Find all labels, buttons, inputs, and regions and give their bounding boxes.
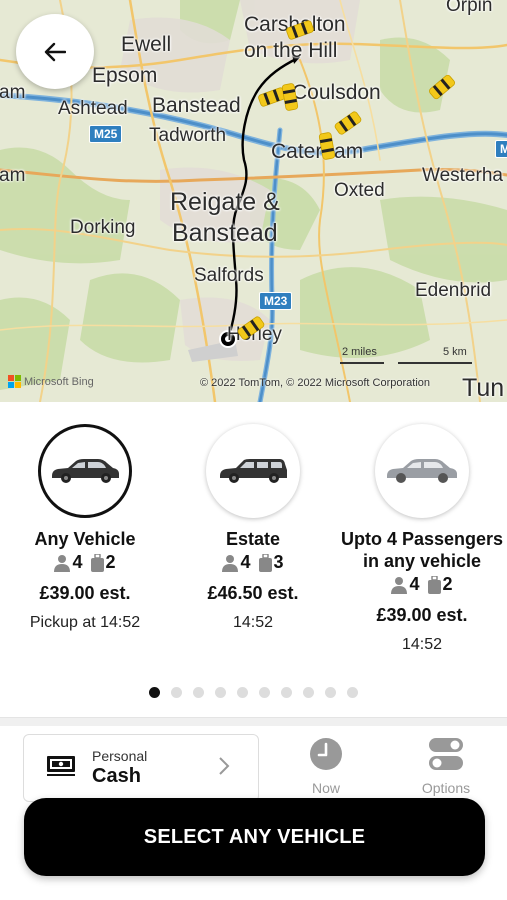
clock-icon — [310, 738, 342, 770]
chevron-right-icon — [218, 756, 230, 781]
map-label-reigate: Reigate & — [170, 188, 280, 216]
payment-method-button[interactable]: Personal Cash — [23, 734, 259, 802]
vehicle-card-estate[interactable]: Estate 4 3 £46.50 est. 14:52 — [168, 424, 338, 632]
vehicle-image — [375, 424, 469, 518]
vehicle-name-line: Upto 4 Passengers — [340, 529, 504, 549]
map-label-edenbridge: Edenbrid — [415, 280, 492, 301]
payment-account-type: Personal — [92, 748, 148, 764]
luggage-count: 2 — [105, 552, 116, 572]
luggage-count: 3 — [273, 552, 284, 572]
map-label-carshalton-hill: on the Hill — [244, 39, 338, 62]
pager-dot[interactable] — [193, 687, 204, 698]
map-label-oxted: Oxted — [334, 180, 385, 201]
map-label-ewell: Ewell — [121, 33, 172, 56]
estate-car-icon — [220, 459, 287, 483]
vehicle-price: £39.00 est. — [376, 605, 468, 625]
vehicle-pickup-time: 14:52 — [401, 636, 443, 653]
select-vehicle-button[interactable]: SELECT ANY VEHICLE — [24, 798, 485, 876]
pager-dot[interactable] — [281, 687, 292, 698]
vehicle-name: Estate — [225, 529, 281, 549]
passenger-count: 4 — [409, 574, 420, 594]
passenger-icon — [391, 576, 408, 594]
map-label-left-edge-1: am — [0, 82, 26, 103]
microsoft-logo-icon — [8, 375, 21, 388]
scale-miles: 2 miles — [342, 346, 377, 358]
map-copyright: © 2022 TomTom, © 2022 Microsoft Corporat… — [200, 377, 431, 389]
vehicle-capacity: 4 2 — [337, 574, 507, 595]
map-label-horley: Horley — [227, 324, 282, 345]
map-label-tadworth: Tadworth — [149, 125, 227, 146]
pager-dot[interactable] — [325, 687, 336, 698]
scale-bar-km — [398, 362, 472, 364]
options-label: Options — [421, 780, 471, 796]
scale-km: 5 km — [443, 346, 467, 358]
pager-dot[interactable] — [303, 687, 314, 698]
pager-dot[interactable] — [347, 687, 358, 698]
map-label-carshalton: Carshalton — [244, 13, 346, 36]
vehicle-price: £46.50 est. — [207, 583, 299, 603]
pager-dot[interactable] — [171, 687, 182, 698]
vehicle-image — [38, 424, 132, 518]
passenger-count: 4 — [72, 552, 83, 572]
luggage-icon — [427, 575, 441, 594]
pickup-time-label: Now — [311, 780, 340, 796]
vehicle-name-line: in any vehicle — [362, 551, 482, 571]
vehicle-image — [206, 424, 300, 518]
map-label-caterham: Caterham — [271, 140, 364, 163]
vehicle-name: Upto 4 Passengers in any vehicle — [337, 528, 507, 572]
vehicle-card-any-vehicle[interactable]: Any Vehicle 4 2 £39.00 est. Pickup at 14… — [0, 424, 170, 632]
options-button[interactable]: Options — [406, 737, 486, 796]
passenger-icon — [222, 554, 239, 572]
pager-dot[interactable] — [149, 687, 160, 698]
vehicle-card-upto-4-passengers[interactable]: Upto 4 Passengers in any vehicle 4 2 £39… — [337, 424, 507, 654]
map-label-left-edge-2: am — [0, 165, 26, 186]
pager-dot[interactable] — [237, 687, 248, 698]
route-map[interactable]: Carshalton on the Hill Ewell Epsom Ashte… — [0, 0, 507, 402]
map-label-banstead: Banstead — [152, 94, 241, 117]
arrow-left-icon — [44, 42, 66, 61]
back-button[interactable] — [16, 14, 94, 89]
bing-logo: Microsoft Bing — [8, 375, 94, 388]
luggage-icon — [258, 553, 272, 572]
carousel-pager[interactable] — [0, 687, 507, 698]
payment-method: Cash — [92, 765, 141, 787]
saloon-car-icon — [387, 459, 457, 483]
vehicle-pickup-time: Pickup at 14:52 — [29, 614, 141, 631]
map-label-ashtead: Ashtead — [58, 98, 128, 119]
vehicle-capacity: 4 3 — [168, 552, 338, 573]
map-label-salfords: Salfords — [194, 265, 264, 286]
vehicle-name: Any Vehicle — [34, 529, 136, 549]
map-label-tunbridge: Tun — [462, 374, 505, 402]
passenger-icon — [54, 554, 71, 572]
cash-icon — [46, 755, 76, 782]
map-label-orpington: Orpin — [446, 0, 493, 16]
map-provider: Microsoft Bing — [24, 375, 94, 388]
map-label-dorking: Dorking — [70, 217, 136, 238]
saloon-car-icon — [52, 459, 119, 483]
toggle-options-icon — [429, 738, 463, 770]
vehicle-price: £39.00 est. — [39, 583, 131, 603]
passenger-count: 4 — [240, 552, 251, 572]
vehicle-pickup-time: 14:52 — [232, 614, 274, 631]
map-label-coulsdon: Coulsdon — [292, 81, 381, 104]
road-badge-m25: M25 — [89, 125, 123, 143]
pager-dot[interactable] — [215, 687, 226, 698]
vehicle-capacity: 4 2 — [0, 552, 170, 573]
map-label-banstead-district: Banstead — [172, 219, 278, 247]
luggage-count: 2 — [442, 574, 453, 594]
scale-bar-miles — [340, 362, 384, 364]
road-badge-m25-east: M — [495, 140, 507, 158]
map-label-westerham: Westerha — [422, 165, 503, 186]
road-badge-m23: M23 — [259, 292, 293, 310]
map-label-epsom: Epsom — [92, 64, 158, 87]
pager-dot[interactable] — [259, 687, 270, 698]
section-divider — [0, 717, 507, 726]
luggage-icon — [90, 553, 104, 572]
vehicle-carousel[interactable]: Any Vehicle 4 2 £39.00 est. Pickup at 14… — [0, 402, 507, 717]
pickup-time-button[interactable]: Now — [286, 737, 366, 796]
